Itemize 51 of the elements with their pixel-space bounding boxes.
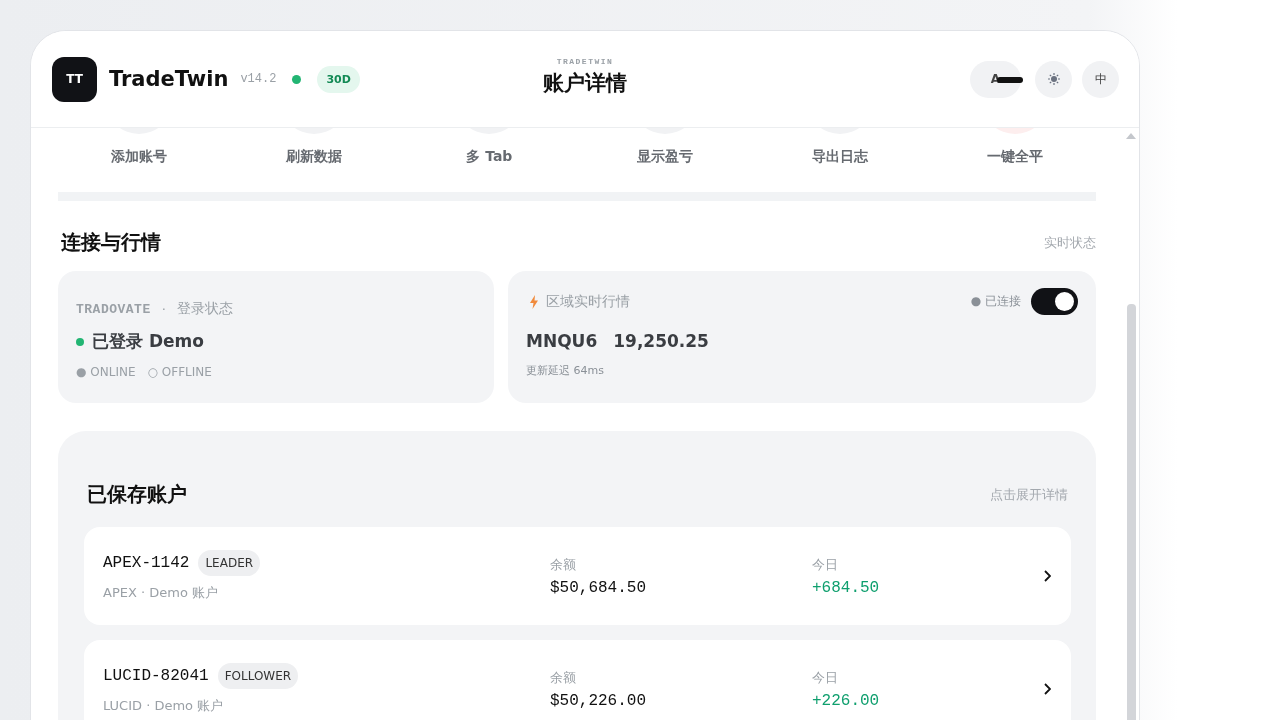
action-button[interactable]: 刷新数据: [226, 128, 402, 166]
action-button[interactable]: 一键全平: [927, 128, 1103, 166]
balance-label: 余额: [550, 555, 577, 574]
chevron-icon: [1044, 683, 1051, 695]
login-label: 登录状态: [176, 300, 233, 318]
lightning-icon: [530, 294, 538, 309]
symbol: MNQU6: [526, 331, 598, 351]
balance-value: $50,684.50: [550, 578, 647, 597]
theme-button[interactable]: [1035, 60, 1072, 98]
app-logo: TT: [52, 56, 97, 102]
connection-status: ● 已连接: [970, 293, 1021, 310]
section-note: 点击展开详情: [990, 485, 1068, 504]
connection-toggle[interactable]: [1031, 288, 1078, 315]
action-button[interactable]: 多 Tab: [401, 128, 577, 166]
page-eyebrow: TRADETWIN: [556, 57, 614, 66]
account-row[interactable]: LUCID-82041 FOLLOWER LUCID · Demo 账户 余额 $50,226.00 今日 +226.00: [84, 640, 1071, 720]
login-status: 已登录 Demo: [92, 330, 204, 353]
role-tag: FOLLOWER: [217, 663, 299, 689]
status-legend: ● ONLINE: [76, 365, 136, 379]
today-label: 今日: [812, 668, 839, 687]
plan-badge: 30D: [317, 65, 360, 93]
today-label: 今日: [812, 555, 839, 574]
separator-dot: ·: [160, 301, 167, 317]
scroll-up-icon[interactable]: [1126, 132, 1136, 140]
account-id: APEX-1142: [103, 554, 190, 572]
today-value: +684.50: [812, 578, 881, 597]
account-subtitle: LUCID · Demo 账户: [103, 697, 225, 715]
role-tag: LEADER: [198, 550, 261, 576]
today-value: +226.00: [812, 691, 881, 710]
broker-name: TRADOVATE: [76, 301, 151, 317]
section-title: 已保存账户: [87, 481, 187, 508]
language-button[interactable]: 中: [1082, 60, 1119, 98]
market-title: 区域实时行情: [546, 292, 631, 311]
latency-label: 更新延迟 64ms: [526, 363, 605, 378]
account-row[interactable]: APEX-1142 LEADER APEX · Demo 账户 余额 $50,684.50 今日 +684.50: [84, 527, 1071, 625]
sun-icon: [1047, 73, 1060, 85]
section-title: 连接与行情: [61, 229, 161, 256]
balance-label: 余额: [550, 668, 577, 687]
account-id: LUCID-82041: [103, 667, 209, 685]
chevron-icon: [1044, 570, 1051, 582]
balance-value: $50,226.00: [550, 691, 647, 710]
section-note: 实时状态: [1044, 233, 1096, 252]
action-button[interactable]: 添加账号: [51, 128, 227, 166]
version-label: v14.2: [240, 72, 277, 86]
action-button[interactable]: 显示盈亏: [577, 128, 753, 166]
status-legend: ○ OFFLINE: [147, 365, 212, 379]
price: 19,250.25: [613, 331, 709, 351]
page-title: 账户详情: [543, 70, 627, 97]
app-name: TradeTwin: [109, 67, 229, 91]
action-button[interactable]: 导出日志: [752, 128, 928, 166]
account-subtitle: APEX · Demo 账户: [103, 584, 219, 602]
